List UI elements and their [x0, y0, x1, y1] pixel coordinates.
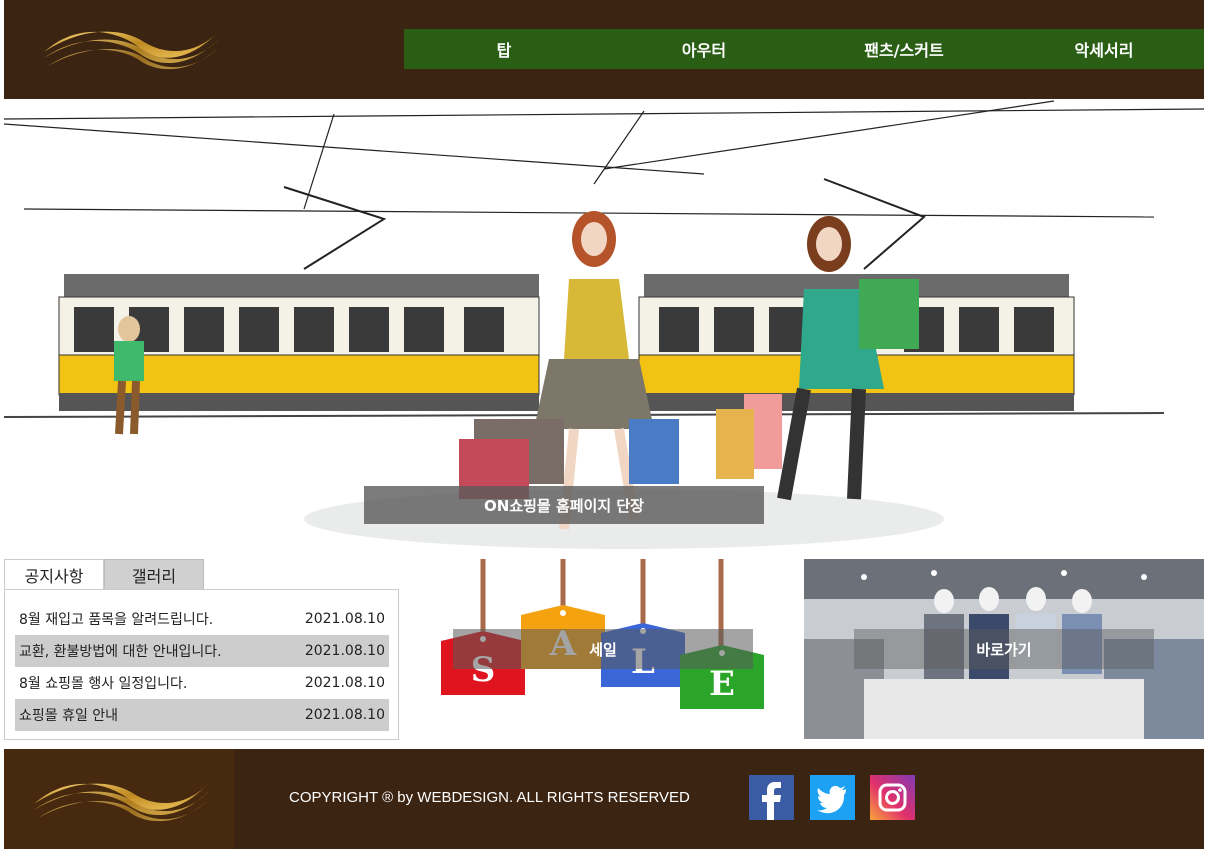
tab-gallery[interactable]: 갤러리: [104, 559, 204, 590]
hero-caption[interactable]: ON쇼핑몰 홈페이지 단장: [364, 486, 764, 524]
notice-title: 쇼핑몰 휴일 안내: [19, 708, 119, 724]
facebook-icon[interactable]: [749, 775, 794, 820]
copyright-text: COPYRIGHT ® by WEBDESIGN. ALL RIGHTS RES…: [289, 789, 690, 806]
notice-title: 교환, 환불방법에 대한 안내입니다.: [19, 644, 222, 660]
instagram-icon[interactable]: [870, 775, 915, 820]
notice-date: 2021.08.10: [304, 707, 385, 723]
hero-illustration: [4, 100, 1204, 549]
logo-icon[interactable]: [40, 22, 224, 74]
nav-item-accessory[interactable]: 악세서리: [1004, 29, 1204, 69]
notice-date: 2021.08.10: [304, 675, 385, 691]
notice-title: 8월 재입고 품목을 알려드립니다.: [19, 612, 214, 628]
notice-date: 2021.08.10: [304, 611, 385, 627]
list-item[interactable]: 8월 쇼핑몰 행사 일정입니다. 2021.08.10: [15, 667, 389, 699]
nav-item-top[interactable]: 탑: [404, 29, 604, 69]
notice-title: 8월 쇼핑몰 행사 일정입니다.: [19, 676, 188, 692]
footer-logo-icon[interactable]: [30, 774, 214, 826]
nav-item-outer[interactable]: 아우터: [604, 29, 804, 69]
tab-notice[interactable]: 공지사항: [4, 559, 104, 590]
store-link-label[interactable]: 바로가기: [854, 629, 1154, 669]
list-item[interactable]: 쇼핑몰 휴일 안내 2021.08.10: [15, 699, 389, 731]
footer-logo-area: [4, 749, 234, 849]
sale-label[interactable]: 세일: [453, 629, 753, 669]
store-banner[interactable]: 바로가기: [804, 559, 1204, 739]
sale-banner[interactable]: SALE 세일: [403, 559, 803, 739]
site-header: 탑 아우터 팬츠/스커트 악세서리: [4, 0, 1204, 99]
sale-tag-hole: [560, 610, 566, 616]
hero-banner: ON쇼핑몰 홈페이지 단장: [4, 99, 1204, 551]
notice-date: 2021.08.10: [304, 643, 385, 659]
twitter-icon[interactable]: [810, 775, 855, 820]
list-item[interactable]: 8월 재입고 품목을 알려드립니다. 2021.08.10: [15, 603, 389, 635]
list-item[interactable]: 교환, 환불방법에 대한 안내입니다. 2021.08.10: [15, 635, 389, 667]
notice-list: 8월 재입고 품목을 알려드립니다. 2021.08.10 교환, 환불방법에 …: [4, 589, 399, 740]
main-nav: 탑 아우터 팬츠/스커트 악세서리: [404, 29, 1204, 69]
sale-tag-letter: E: [709, 664, 735, 704]
notice-tabs: 공지사항 갤러리: [4, 559, 204, 590]
nav-item-pants-skirt[interactable]: 팬츠/스커트: [804, 29, 1004, 69]
site-footer: COPYRIGHT ® by WEBDESIGN. ALL RIGHTS RES…: [4, 749, 1204, 849]
